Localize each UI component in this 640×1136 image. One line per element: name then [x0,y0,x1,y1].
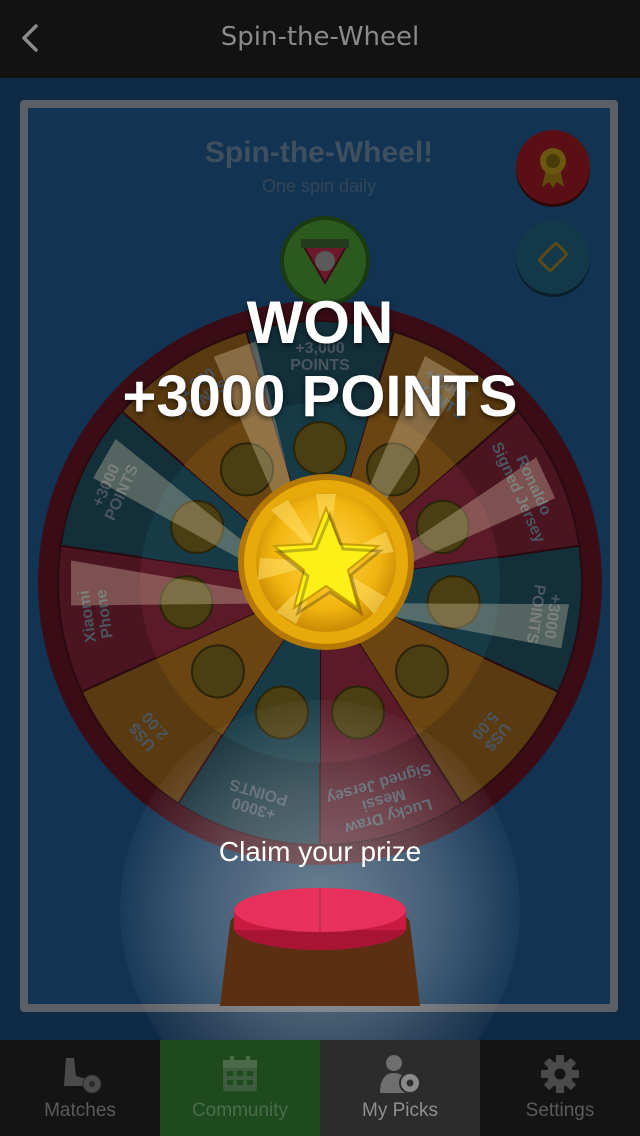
claim-prompt: Claim your prize [218,836,422,867]
ribbon-medal-icon [540,148,566,188]
calendar-icon [220,1052,260,1096]
nav-bar: Spin-the-Wheel [0,0,640,78]
boot-ball-icon [56,1052,104,1096]
user-ball-icon [378,1052,422,1096]
tab-label: Matches [44,1100,116,1121]
result-title: WON [246,289,394,356]
claim-prize-button[interactable] [220,884,420,1006]
gear-icon [540,1052,580,1096]
result-amount: +3000 POINTS [122,364,518,429]
segment-prize-icon [395,644,450,699]
tickets-button[interactable] [516,220,590,294]
tab-my-picks[interactable]: My Picks [320,1040,480,1136]
tab-settings[interactable]: Settings [480,1040,640,1136]
ticket-icon [538,242,568,272]
tab-matches[interactable]: Matches [0,1040,160,1136]
prizes-button[interactable] [516,130,590,204]
tab-label: My Picks [362,1100,438,1121]
tab-label: Settings [525,1100,595,1121]
tab-community[interactable]: Community [160,1040,320,1136]
star-coin-icon [236,472,416,652]
page-title: Spin-the-Wheel [220,22,420,52]
tab-label: Community [191,1100,289,1121]
shield-ball-icon [301,239,349,285]
segment-prize-icon [190,644,245,699]
tab-bar: Matches Community My Picks Settings [0,1040,640,1136]
